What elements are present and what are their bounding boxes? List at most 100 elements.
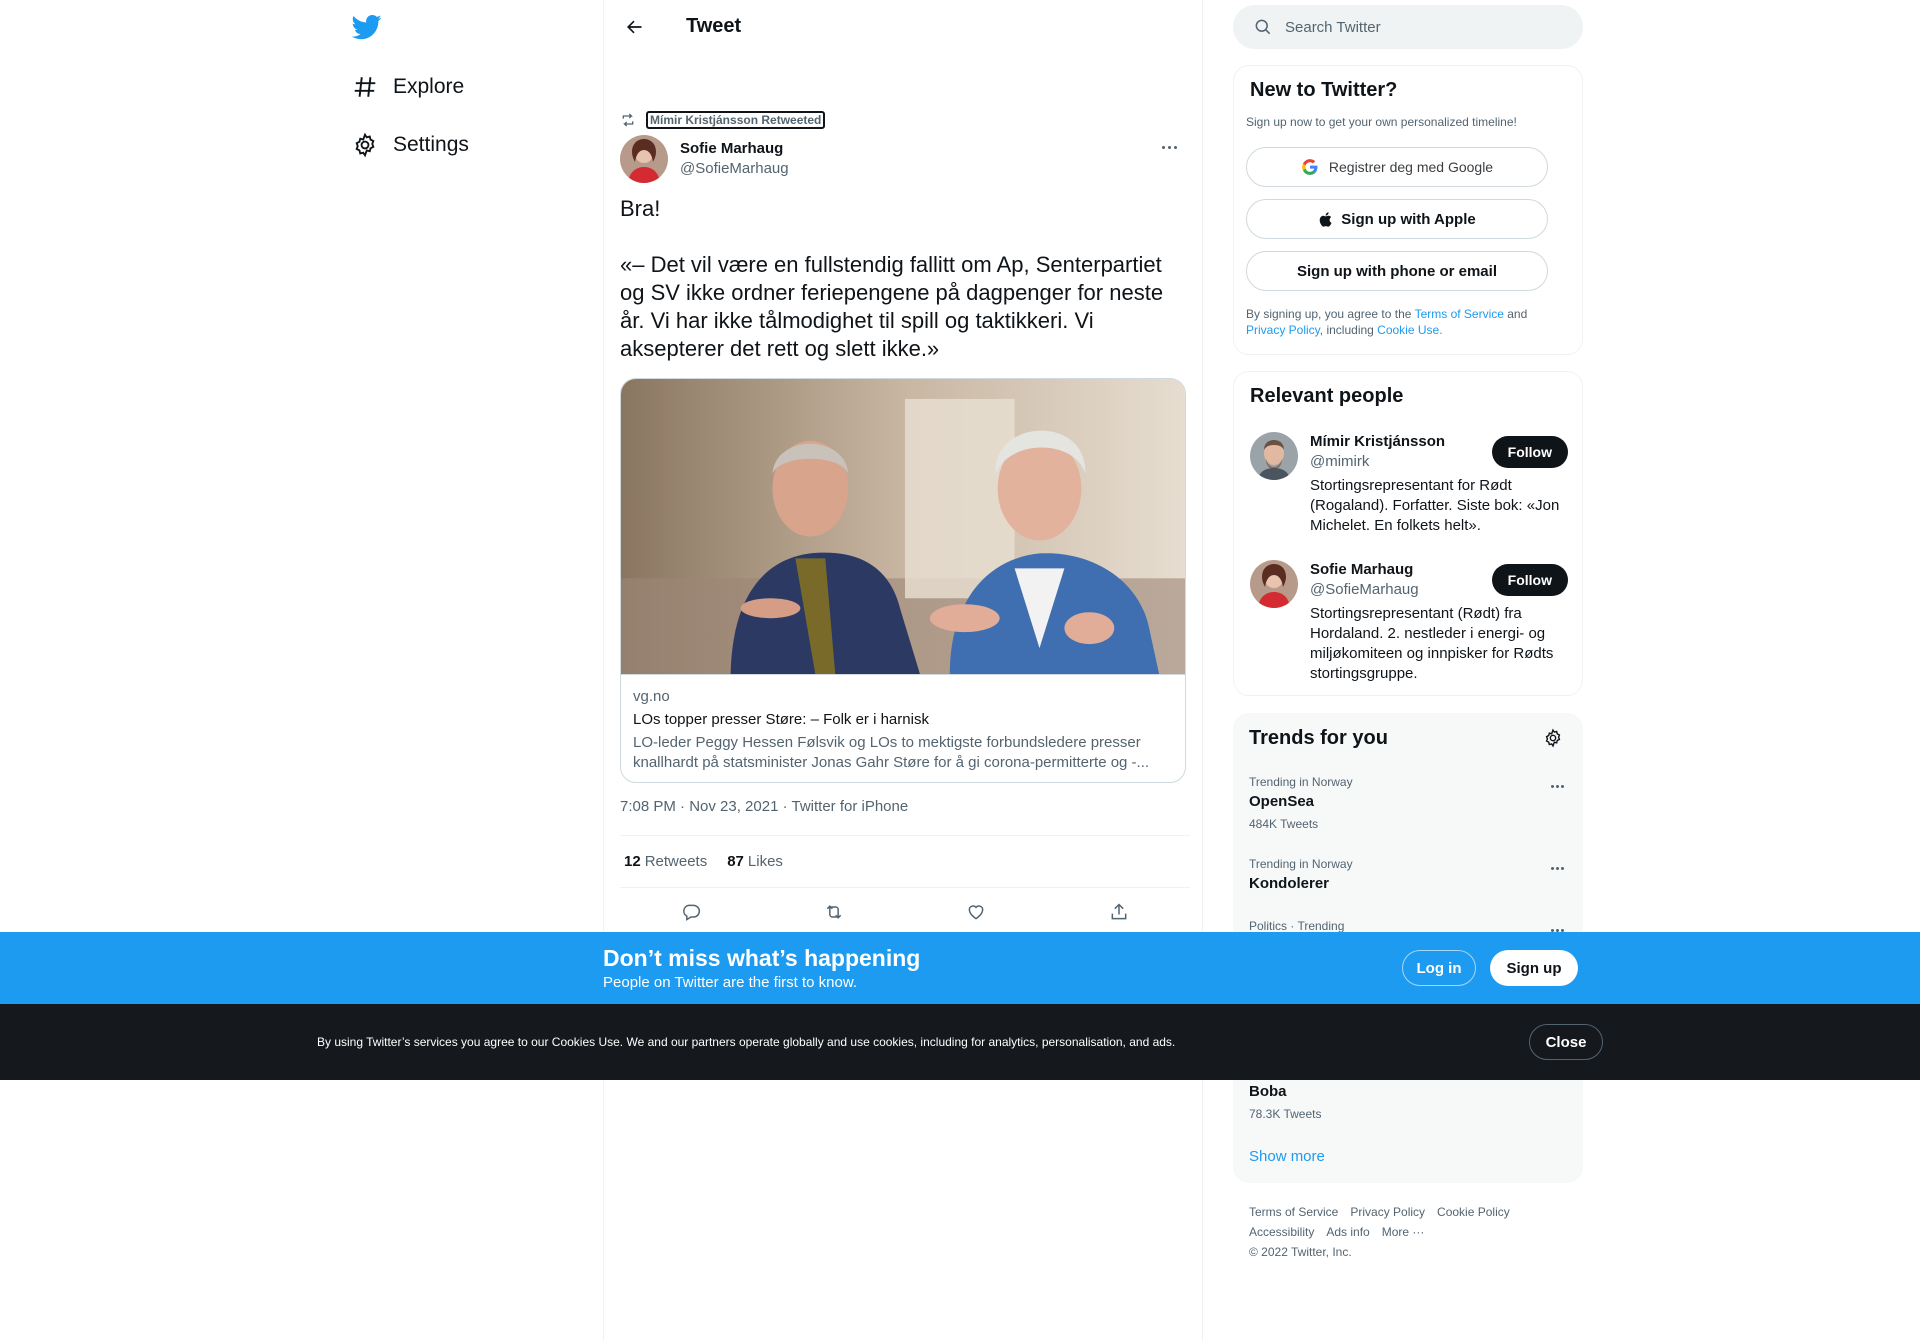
trend-name: Kondolerer (1249, 875, 1330, 892)
follow-button[interactable]: Follow (1491, 564, 1568, 596)
footer-link-privacy[interactable]: Privacy Policy (1350, 1205, 1425, 1219)
relevant-people-title: Relevant people (1250, 385, 1404, 407)
retweets-label: Retweets (644, 853, 708, 870)
retweets-stat[interactable]: 12 Retweets (624, 853, 707, 870)
search-icon (1255, 19, 1271, 35)
tweet-stats: 12 Retweets 87 Likes (620, 835, 1190, 888)
tweet-author[interactable]: Sofie Marhaug @SofieMarhaug (620, 135, 789, 183)
back-button[interactable] (616, 9, 652, 45)
cookie-banner: By using Twitter’s services you agree to… (0, 1004, 1920, 1080)
avatar[interactable] (1250, 432, 1298, 480)
person-card[interactable]: Sofie Marhaug @SofieMarhaug Stortingsrep… (1250, 560, 1568, 685)
retweet-small-icon (622, 113, 634, 127)
trend-name: Boba (1249, 1083, 1287, 1100)
person-bio: Stortingsrepresentant (Rødt) fra Hordala… (1310, 605, 1554, 682)
banner-subtitle: People on Twitter are the first to know. (603, 974, 858, 991)
main-column: Tweet Mímir Kristjánsson Retweeted Sofie… (603, 0, 1203, 1341)
show-more-link[interactable]: Show more (1249, 1148, 1325, 1165)
card-title: LOs topper presser Støre: – Folk er i ha… (633, 711, 929, 728)
trends-title: Trends for you (1249, 727, 1388, 749)
gear-icon[interactable] (1543, 728, 1567, 752)
terms-including: , including (1319, 323, 1378, 337)
hashtag-icon (345, 67, 385, 107)
nav-settings-label: Settings (393, 133, 469, 156)
trend-context: Trending in Norway (1249, 857, 1353, 871)
like-icon[interactable] (958, 894, 994, 930)
author-handle[interactable]: @SofieMarhaug (680, 159, 789, 179)
signup-subtitle: Sign up now to get your own personalized… (1246, 115, 1517, 129)
banner-title: Don’t miss what’s happening (603, 945, 921, 971)
trend-count: 78.3K Tweets (1249, 1107, 1322, 1121)
follow-button[interactable]: Follow (1491, 436, 1568, 468)
apple-icon (1320, 211, 1332, 227)
more-options-icon[interactable] (1547, 858, 1567, 878)
twitter-logo-icon[interactable] (351, 12, 382, 42)
gear-icon (345, 125, 385, 165)
phone-email-signup-label: Sign up with phone or email (1296, 262, 1497, 280)
signup-button[interactable]: Sign up (1490, 950, 1578, 986)
terms-prefix: By signing up, you agree to the (1246, 307, 1415, 321)
trend-item[interactable]: Boba 78.3K Tweets (1249, 1080, 1567, 1122)
footer-links: Terms of Service Privacy Policy Cookie Pol… (1249, 1202, 1569, 1262)
login-banner: Don’t miss what’s happening People on Tw… (0, 932, 1920, 1004)
signup-terms: By signing up, you agree to the Terms of… (1246, 306, 1566, 338)
terms-and: and (1503, 307, 1528, 321)
retweeted-by-link[interactable]: Mímir Kristjánsson Retweeted (646, 111, 826, 129)
footer-link-cookie[interactable]: Cookie Policy (1437, 1205, 1510, 1219)
more-options-icon[interactable] (1547, 776, 1567, 796)
footer-link-more[interactable]: More ··· (1382, 1225, 1425, 1239)
tweet-actions (620, 888, 1190, 936)
tweet-text: Bra! «– Det vil være en fullstendig fall… (620, 196, 1164, 361)
author-name[interactable]: Sofie Marhaug (680, 139, 789, 159)
trend-item[interactable]: Trending in Norway Kondolerer (1249, 856, 1567, 894)
page-title: Tweet (686, 15, 742, 37)
footer-link-accessibility[interactable]: Accessibility (1249, 1225, 1314, 1239)
cookie-close-button[interactable]: Close (1529, 1024, 1603, 1060)
link-card[interactable]: vg.no LOs topper presser Støre: – Folk e… (620, 378, 1186, 783)
trend-count: 484K Tweets (1249, 817, 1319, 831)
cookie-use-link[interactable]: Cookie Use. (1377, 323, 1442, 337)
avatar[interactable] (620, 135, 668, 183)
share-icon[interactable] (1101, 894, 1137, 930)
card-domain: vg.no (633, 688, 670, 705)
trend-name: OpenSea (1249, 793, 1315, 810)
copyright: © 2022 Twitter, Inc. (1249, 1245, 1352, 1259)
signup-title: New to Twitter? (1250, 79, 1398, 101)
footer-link-terms[interactable]: Terms of Service (1249, 1205, 1338, 1219)
apple-signup-label: Sign up with Apple (1341, 210, 1476, 228)
nav-explore[interactable]: Explore (345, 61, 464, 113)
likes-stat[interactable]: 87 Likes (727, 853, 783, 870)
search-box[interactable] (1233, 5, 1583, 49)
google-signup-button[interactable]: Registrer deg med Google (1246, 147, 1548, 187)
login-button[interactable]: Log in (1402, 950, 1476, 986)
phone-email-signup-button[interactable]: Sign up with phone or email (1246, 251, 1548, 291)
card-image (621, 379, 1185, 675)
tweet-timestamp[interactable]: 7:08 PM · Nov 23, 2021 · Twitter for iPh… (620, 798, 908, 815)
apple-signup-button[interactable]: Sign up with Apple (1246, 199, 1548, 239)
retweet-icon[interactable] (816, 894, 852, 930)
relevant-people-panel: Relevant people Mímir Kristjánsson @mimi… (1233, 371, 1583, 696)
more-options-icon[interactable] (1152, 137, 1186, 157)
cookie-text: By using Twitter’s services you agree to… (317, 1035, 1176, 1049)
google-icon (1302, 159, 1318, 175)
reply-icon[interactable] (673, 894, 709, 930)
terms-of-service-link[interactable]: Terms of Service (1415, 307, 1504, 321)
trend-context: Trending in Norway (1249, 775, 1353, 789)
person-card[interactable]: Mímir Kristjánsson @mimirk Stortingsrepr… (1250, 432, 1568, 542)
privacy-policy-link[interactable]: Privacy Policy (1246, 323, 1320, 337)
page-header: Tweet (604, 0, 1202, 53)
retweets-count: 12 (624, 853, 641, 870)
avatar[interactable] (1250, 560, 1298, 608)
likes-count: 87 (727, 853, 744, 870)
nav-explore-label: Explore (393, 75, 465, 98)
footer-link-ads-info[interactable]: Ads info (1326, 1225, 1369, 1239)
likes-label: Likes (747, 853, 783, 870)
arrow-left-icon (627, 20, 642, 33)
person-bio: Stortingsrepresentant for Rødt (Rogaland… (1310, 477, 1560, 534)
search-input[interactable] (1285, 18, 1545, 36)
card-description: LO-leder Peggy Hessen Følsvik og LOs to … (633, 734, 1150, 771)
trend-item[interactable]: Trending in Norway OpenSea 484K Tweets (1249, 774, 1567, 832)
google-signup-label: Registrer deg med Google (1328, 159, 1494, 175)
social-context: Mímir Kristjánsson Retweeted (620, 111, 826, 129)
nav-settings[interactable]: Settings (345, 119, 469, 171)
